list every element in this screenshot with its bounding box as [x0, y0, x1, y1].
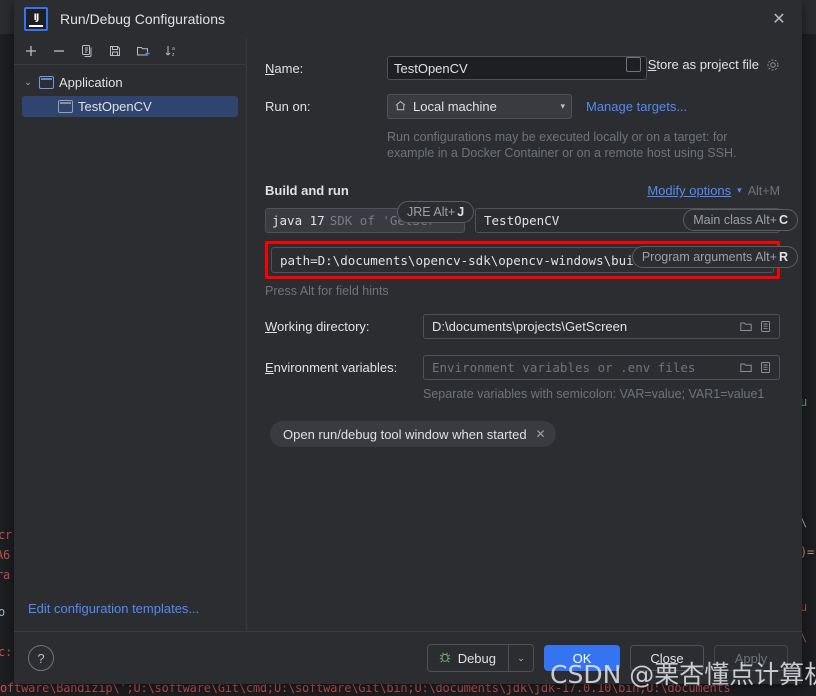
- ok-button[interactable]: OK: [544, 645, 620, 671]
- background-console-text: o: [0, 605, 6, 619]
- program-arguments-hint-text: Program arguments Alt+: [641, 250, 777, 264]
- press-alt-hint: Press Alt for field hints: [265, 284, 389, 298]
- intellij-logo-text: IJ: [33, 12, 40, 23]
- main-class-hint-text: Main class Alt+: [693, 213, 777, 227]
- jre-value: java 17: [272, 213, 325, 228]
- close-icon[interactable]: ✕: [756, 0, 802, 38]
- edit-configuration-templates-link[interactable]: Edit configuration templates...: [14, 585, 246, 631]
- main-class-value: TestOpenCV: [484, 213, 560, 228]
- bug-icon: [438, 650, 452, 667]
- dialog-titlebar: IJ Run/Debug Configurations ✕: [14, 0, 802, 38]
- new-folder-icon[interactable]: [130, 40, 156, 62]
- background-console-text: c:: [0, 645, 13, 659]
- run-on-combobox[interactable]: Local machine ▾: [387, 94, 572, 119]
- folder-browse-icon[interactable]: [736, 361, 756, 374]
- tree-item-label: TestOpenCV: [78, 99, 152, 114]
- chevron-down-icon[interactable]: ⌄: [508, 645, 533, 671]
- copy-configuration-icon[interactable]: [74, 40, 100, 62]
- svg-text:z: z: [172, 52, 175, 58]
- build-and-run-title: Build and run: [265, 183, 349, 198]
- program-arguments-hint-bubble: Program arguments Alt+ R: [631, 246, 798, 268]
- name-label: Name:: [265, 60, 304, 76]
- name-input[interactable]: TestOpenCV: [387, 56, 647, 80]
- help-button[interactable]: ?: [28, 645, 54, 671]
- intellij-logo-icon: IJ: [24, 7, 48, 31]
- dialog-footer: ? Debug ⌄ OK Close Apply: [14, 631, 802, 684]
- working-directory-row: Working directory: D:\documents\projects…: [265, 314, 780, 339]
- dialog-body: az ⌄ Application TestOpenCV Edit configu…: [14, 38, 802, 631]
- background-console-text: cr: [0, 528, 13, 542]
- build-and-run-header: Build and run Modify options ▾ Alt+M: [265, 183, 780, 198]
- dialog-title: Run/Debug Configurations: [60, 11, 225, 27]
- run-on-value: Local machine: [413, 99, 497, 114]
- working-directory-value: D:\documents\projects\GetScreen: [432, 319, 628, 334]
- program-arguments-hint-key: R: [778, 250, 788, 264]
- debug-button-label: Debug: [457, 650, 496, 666]
- home-icon: [394, 99, 407, 115]
- open-tool-window-chip[interactable]: Open run/debug tool window when started …: [270, 421, 556, 447]
- jre-hint-text: JRE Alt+: [407, 205, 456, 219]
- open-tool-window-label: Open run/debug tool window when started: [283, 426, 527, 442]
- folder-browse-icon[interactable]: [736, 320, 756, 333]
- save-configuration-icon[interactable]: [102, 40, 128, 62]
- background-console-text: )=: [800, 545, 815, 559]
- modify-options-group[interactable]: Modify options ▾ Alt+M: [647, 183, 780, 198]
- modify-options-link[interactable]: Modify options: [647, 183, 731, 198]
- environment-variables-hint: Separate variables with semicolon: VAR=v…: [423, 387, 765, 401]
- store-as-project-file-checkbox[interactable]: [625, 57, 641, 72]
- modify-options-shortcut: Alt+M: [747, 183, 780, 198]
- environment-variables-input[interactable]: Environment variables or .env files: [423, 355, 780, 380]
- application-icon: [39, 75, 54, 89]
- background-console-text: ra: [0, 568, 11, 582]
- configuration-form: Name: TestOpenCV Store as project file R…: [247, 38, 802, 631]
- tree-group-application[interactable]: ⌄ Application: [14, 71, 246, 93]
- working-directory-label: Working directory:: [265, 319, 370, 334]
- configurations-tree: ⌄ Application TestOpenCV: [14, 65, 246, 585]
- tree-item-testopencv[interactable]: TestOpenCV: [22, 96, 238, 117]
- configurations-toolbar: az: [14, 38, 246, 65]
- debug-button[interactable]: Debug: [428, 645, 508, 671]
- chevron-down-icon[interactable]: ▾: [737, 185, 742, 196]
- chevron-down-icon[interactable]: ⌄: [22, 76, 34, 88]
- run-on-hint-line2: example in a Docker Container or on a re…: [387, 146, 737, 160]
- gear-icon[interactable]: [766, 58, 780, 72]
- working-directory-macro-icon[interactable]: [756, 320, 775, 333]
- environment-variables-label: Environment variables:: [265, 360, 398, 375]
- run-on-label: Run on:: [265, 99, 311, 114]
- main-class-hint-key: C: [778, 213, 788, 227]
- jre-hint-bubble: JRE Alt+ J: [397, 201, 475, 223]
- name-row: Name: TestOpenCV Store as project file: [265, 56, 780, 80]
- store-as-project-file-label: Store as project file: [647, 57, 759, 72]
- environment-variables-macro-icon[interactable]: [756, 361, 775, 374]
- store-as-project-file-group[interactable]: Store as project file: [625, 57, 780, 72]
- environment-variables-placeholder: Environment variables or .env files: [432, 360, 696, 375]
- remove-configuration-icon[interactable]: [46, 40, 72, 62]
- close-icon[interactable]: ✕: [536, 427, 546, 441]
- background-console-text: A6: [0, 548, 11, 562]
- configurations-left-pane: az ⌄ Application TestOpenCV Edit configu…: [14, 38, 247, 631]
- close-button[interactable]: Close: [630, 645, 704, 671]
- run-on-hint-line1: Run configurations may be executed local…: [387, 130, 728, 144]
- jre-hint-key: J: [457, 205, 465, 219]
- add-configuration-icon[interactable]: [18, 40, 44, 62]
- manage-targets-link[interactable]: Manage targets...: [586, 99, 687, 114]
- run-on-row: Run on: Local machine ▾ Manage targets..…: [265, 94, 780, 119]
- main-class-hint-bubble: Main class Alt+ C: [683, 209, 798, 231]
- application-icon: [58, 100, 73, 113]
- working-directory-input[interactable]: D:\documents\projects\GetScreen: [423, 314, 780, 339]
- run-debug-configurations-dialog: IJ Run/Debug Configurations ✕ a z ⌄ Appl…: [14, 0, 802, 684]
- sort-alphabetically-icon[interactable]: az: [158, 40, 184, 62]
- environment-variables-row: Environment variables: Environment varia…: [265, 355, 780, 380]
- apply-button: Apply: [714, 645, 788, 671]
- chevron-down-icon[interactable]: ▾: [560, 101, 565, 112]
- tree-group-label: Application: [59, 74, 123, 90]
- debug-split-button[interactable]: Debug ⌄: [426, 644, 534, 672]
